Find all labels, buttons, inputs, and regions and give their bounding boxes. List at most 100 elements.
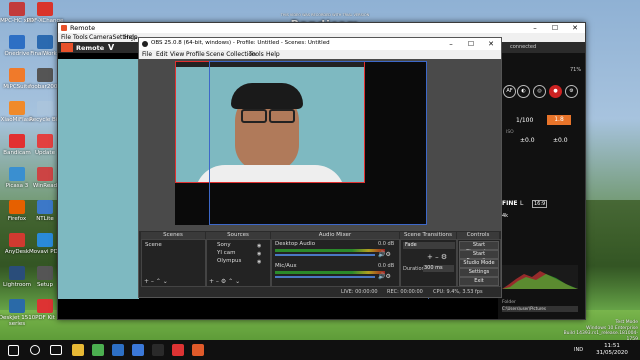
ev-value-2[interactable]: ±0.0 <box>553 137 568 144</box>
obs-icon[interactable] <box>152 344 164 356</box>
transition-select[interactable]: Fade <box>403 242 455 249</box>
aperture-value[interactable]: 1.8 <box>547 115 571 125</box>
mixer-desktop-audio: Desktop Audio <box>275 241 316 247</box>
shutter-value[interactable]: 1/100 <box>516 117 533 124</box>
remote-toolbar-title: Remote <box>76 44 105 52</box>
remote-titlebar[interactable]: Remote – ☐ ✕ <box>58 23 585 33</box>
obs-menu-file[interactable]: File <box>142 51 152 58</box>
start-icon[interactable] <box>8 345 19 356</box>
clock-time: 11:51 <box>604 343 620 349</box>
remote-menu-file[interactable]: File <box>61 34 71 41</box>
quality-size[interactable]: L <box>520 200 523 207</box>
obs-menu-view[interactable]: View <box>170 51 184 58</box>
obs-preview[interactable] <box>139 59 501 231</box>
histogram <box>502 265 578 289</box>
menu-v-icon[interactable]: V <box>108 43 114 52</box>
remote-menu-tools[interactable]: Tools <box>73 34 88 41</box>
folder-path[interactable]: C:\Users\user\Pictures <box>502 306 578 312</box>
obs-close-icon[interactable]: ✕ <box>481 39 501 49</box>
obs-menu-tools[interactable]: Tools <box>249 51 264 58</box>
start-recording-button[interactable]: Start Recording <box>459 250 499 264</box>
settings-button[interactable]: Settings <box>459 268 499 277</box>
app-icon <box>37 167 53 181</box>
transition-add-icon[interactable]: + – ⚙ <box>427 253 447 261</box>
duration-field[interactable]: 300 ms <box>423 265 454 272</box>
mail-icon[interactable] <box>112 344 124 356</box>
scene-add-icon[interactable]: + – ⌃ ⌄ <box>144 278 168 285</box>
remote-title: Remote <box>70 24 96 32</box>
second-source-box[interactable] <box>209 61 427 225</box>
source-item-yi-cam[interactable]: YI cam <box>217 250 235 256</box>
clock[interactable]: 11:51 31/05/2020 <box>590 343 634 357</box>
obs-title: OBS 25.0.8 (64-bit, windows) - Profile: … <box>151 40 330 46</box>
remote-icon[interactable] <box>172 344 184 356</box>
chrome-icon[interactable] <box>92 344 104 356</box>
language-indicator[interactable]: IND <box>574 347 583 353</box>
close-icon[interactable]: ✕ <box>565 23 585 33</box>
obs-menu-profile[interactable]: Profile <box>186 51 205 58</box>
folder-label: Folder <box>502 300 516 305</box>
scenes-dock: Scene + – ⌃ ⌄ <box>141 239 206 287</box>
desktop-audio-speaker-icon[interactable]: 🔊⚙ <box>378 251 391 258</box>
audio-mixer-dock: Desktop Audio 0.0 dB 🔊⚙ Mic/Aux 0.0 dB 🔊… <box>271 239 400 287</box>
bandicam-icon[interactable] <box>192 344 204 356</box>
obs-minimize-icon[interactable]: – <box>441 39 461 49</box>
source-add-icon[interactable]: + – ⚙ ⌃ ⌄ <box>209 278 240 285</box>
record-button[interactable]: ● <box>549 85 562 98</box>
source-visibility-icons[interactable]: ◉ ◉ ◉ <box>257 242 261 266</box>
app-icon <box>9 101 25 115</box>
mic-audio-slider[interactable] <box>275 276 375 278</box>
scene-item[interactable]: Scene <box>145 242 162 248</box>
studio-mode-button[interactable]: Studio Mode <box>459 259 499 268</box>
duration-label: Duration <box>403 266 425 272</box>
source-item-olympus[interactable]: Olympus <box>217 258 241 264</box>
quality-ratio[interactable]: 16:9 <box>532 200 548 208</box>
transitions-dock: Fade + – ⚙ Duration 300 ms <box>400 239 457 287</box>
app-icon <box>9 200 25 214</box>
app-icon <box>9 2 25 16</box>
obs-titlebar[interactable]: OBS 25.0.8 (64-bit, windows) - Profile: … <box>139 38 501 50</box>
ev-value-1[interactable]: ±0.0 <box>520 137 535 144</box>
mixer-dock-title: Audio Mixer <box>271 232 399 239</box>
scene-value: 4k <box>502 213 509 219</box>
settings-icon[interactable]: ⚙ <box>565 85 578 98</box>
status-rec: REC: 00:00:00 <box>387 289 423 295</box>
quality-fine[interactable]: FINE <box>502 200 517 207</box>
remote-menu-help[interactable]: Help <box>124 34 138 41</box>
source-item-sony[interactable]: Sony <box>217 242 231 248</box>
app-icon <box>37 101 53 115</box>
desktop-audio-slider[interactable] <box>275 254 375 256</box>
histogram-graph <box>502 271 578 289</box>
battery-value: 71% <box>570 67 582 73</box>
explorer-icon[interactable] <box>72 344 84 356</box>
camera-icon[interactable]: ◎ <box>533 85 546 98</box>
minimize-icon[interactable]: – <box>525 23 545 33</box>
maximize-icon[interactable]: ☐ <box>545 23 565 33</box>
mic-speaker-icon[interactable]: 🔊⚙ <box>378 273 391 280</box>
store-icon[interactable] <box>132 344 144 356</box>
obs-maximize-icon[interactable]: ☐ <box>461 39 481 49</box>
app-icon <box>9 35 25 49</box>
app-icon <box>9 167 25 181</box>
af-button[interactable]: AF <box>503 85 516 98</box>
mic-audio-meter <box>275 271 385 274</box>
app-icon <box>37 134 53 148</box>
obs-menubar: File Edit View Profile Scene Collection … <box>139 50 501 59</box>
task-view-icon[interactable] <box>50 345 62 355</box>
nav-icon[interactable]: ◐ <box>517 85 530 98</box>
obs-menu-edit[interactable]: Edit <box>156 51 168 58</box>
app-icon <box>37 2 53 16</box>
search-icon[interactable] <box>30 345 40 355</box>
exit-button[interactable]: Exit <box>459 277 499 286</box>
live-view-image <box>58 59 139 299</box>
obs-statusbar: LIVE: 00:00:00 REC: 00:00:00 CPU: 9.4%, … <box>139 287 501 297</box>
start-streaming-button[interactable]: Start Streaming <box>459 241 499 255</box>
iso-label: ISO <box>506 130 514 135</box>
obs-menu-help[interactable]: Help <box>266 51 280 58</box>
remote-logo-icon <box>61 43 73 52</box>
app-icon <box>9 299 25 313</box>
desktop-icon[interactable]: PDF-XChange <box>26 2 64 24</box>
obs-window[interactable]: OBS 25.0.8 (64-bit, windows) - Profile: … <box>138 37 502 298</box>
desktop-audio-meter <box>275 249 385 252</box>
mixer-desktop-db: 0.0 dB <box>378 241 395 247</box>
